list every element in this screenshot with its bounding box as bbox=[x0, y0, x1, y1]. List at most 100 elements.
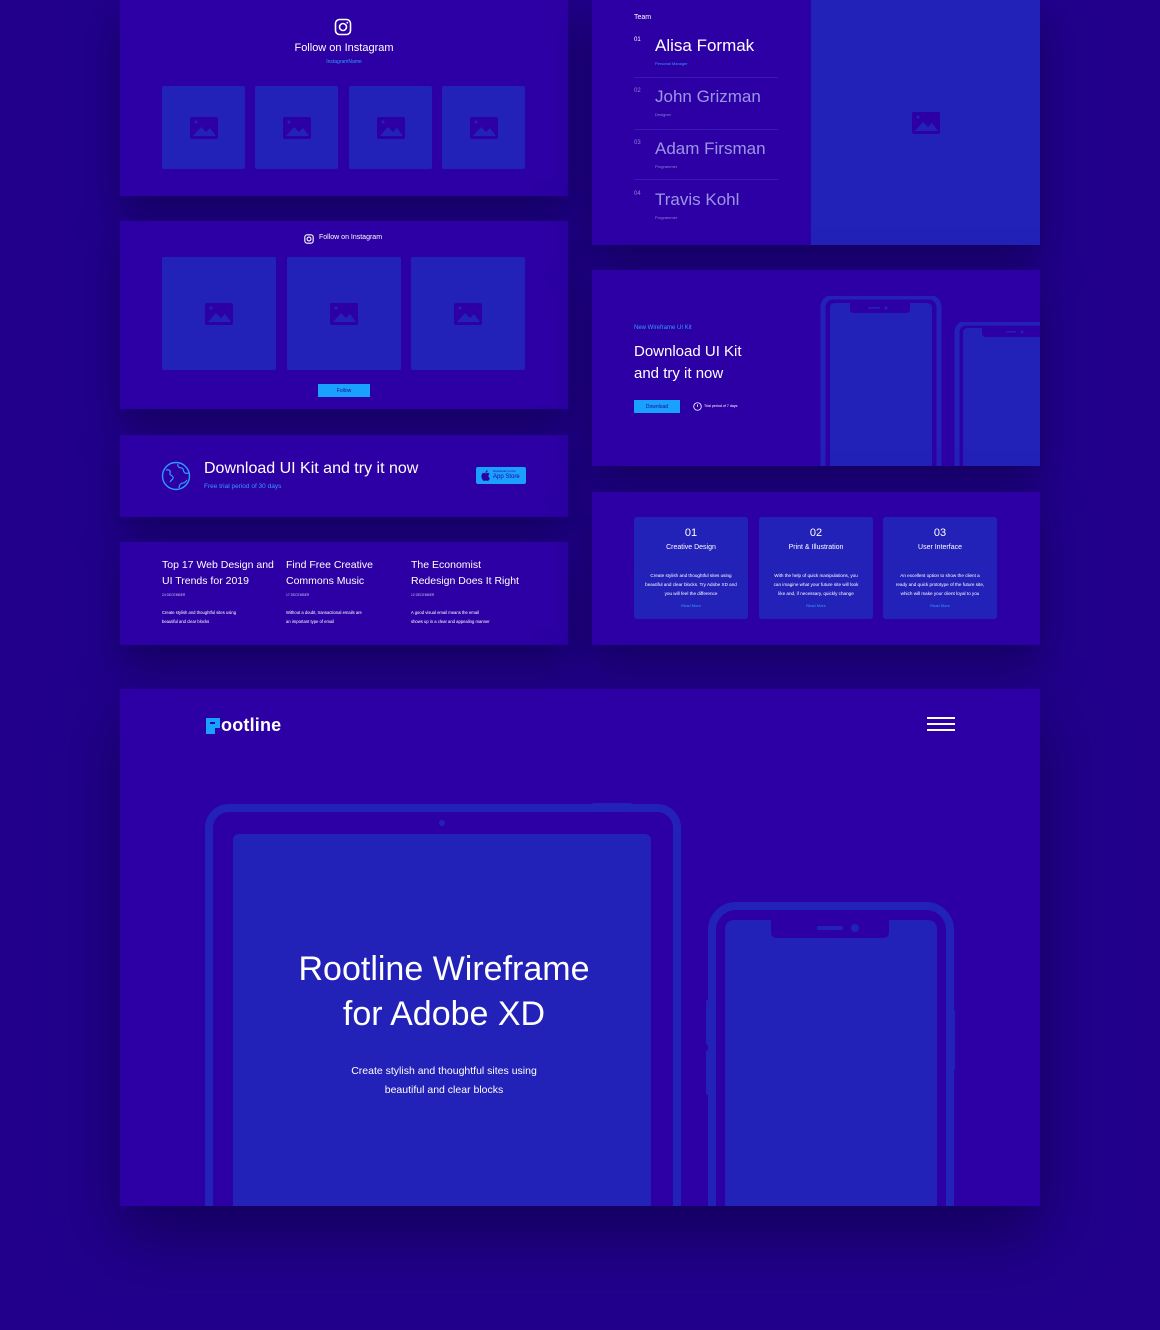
hero-title-line2: for Adobe XD bbox=[342, 995, 546, 1033]
download-banner-subtitle: Free trial period of 30 days bbox=[204, 483, 282, 490]
instagram-title: Follow on Instagram bbox=[294, 42, 394, 54]
instagram-image-1[interactable] bbox=[162, 257, 276, 370]
articles-section: Top 17 Web Design and UI Trends for 2019… bbox=[120, 542, 568, 645]
download-kit-eyebrow: New Wireframe UI Kit bbox=[634, 325, 692, 331]
article-desc-line1: Without a doubt, transactional emails ar… bbox=[286, 610, 362, 615]
article-title-line2: Redesign Does It Right bbox=[411, 575, 519, 587]
team-member-row[interactable]: 04 Travis Kohl Programmer bbox=[634, 190, 778, 231]
article-date: 24 DECEMBER bbox=[162, 593, 186, 597]
services-section: 01 Creative Design Create stylish and th… bbox=[592, 492, 1040, 645]
article-title-line1: Find Free Creative bbox=[286, 559, 373, 571]
article-item[interactable]: The Economist Redesign Does It Right 12 … bbox=[411, 557, 541, 626]
service-divider bbox=[759, 562, 873, 563]
instagram-image-2[interactable] bbox=[255, 86, 338, 169]
instagram-follow-title: Follow on Instagram bbox=[319, 234, 383, 241]
service-desc-line: which will make your client loyal to you bbox=[900, 591, 980, 596]
hamburger-menu-icon[interactable] bbox=[927, 716, 955, 734]
team-member-number: 02 bbox=[634, 88, 641, 94]
team-member-row[interactable]: 02 John Grizman Designer bbox=[634, 87, 778, 130]
hero-section: ootline Rootline Wireframe for Adobe XD … bbox=[120, 689, 1040, 1206]
team-member-role: Programmer bbox=[655, 164, 678, 169]
clock-icon bbox=[693, 402, 702, 411]
service-desc-line: you will feel the difference bbox=[664, 591, 718, 596]
article-item[interactable]: Find Free Creative Commons Music 17 DECE… bbox=[286, 557, 406, 626]
read-more-link[interactable]: Read More bbox=[883, 603, 997, 608]
article-title-line1: The Economist bbox=[411, 559, 482, 571]
service-card[interactable]: 02 Print & Illustration With the help of… bbox=[759, 517, 873, 619]
logo-mark-icon bbox=[206, 717, 220, 734]
service-description: With the help of quick manipulations, yo… bbox=[767, 571, 865, 598]
hero-title-line1: Rootline Wireframe bbox=[298, 950, 590, 988]
service-divider bbox=[883, 562, 997, 563]
instagram-image-3[interactable] bbox=[349, 86, 432, 169]
article-title-line2: UI Trends for 2019 bbox=[162, 575, 249, 587]
image-placeholder-icon bbox=[470, 117, 498, 139]
image-placeholder-icon bbox=[190, 117, 218, 139]
service-divider bbox=[634, 562, 748, 563]
article-item[interactable]: Top 17 Web Design and UI Trends for 2019… bbox=[162, 557, 282, 626]
image-placeholder-icon bbox=[377, 117, 405, 139]
team-member-name: Travis Kohl bbox=[655, 190, 740, 209]
service-desc-line: Create stylish and thoughtful sites usin… bbox=[650, 573, 732, 578]
instagram-follow-section: Follow on Instagram Follow bbox=[120, 221, 568, 409]
logo-text: ootline bbox=[221, 715, 282, 735]
team-heading: Team bbox=[634, 14, 652, 21]
team-member-number: 04 bbox=[634, 191, 641, 197]
read-more-link[interactable]: Read More bbox=[759, 603, 873, 608]
image-placeholder-icon bbox=[912, 112, 940, 134]
team-member-role: Programmer bbox=[655, 215, 678, 220]
service-desc-line: beautiful and clear blocks. Try Adobe XD… bbox=[645, 582, 737, 587]
team-member-name: John Grizman bbox=[655, 87, 761, 106]
follow-button[interactable]: Follow bbox=[318, 384, 370, 397]
team-member-row[interactable]: 01 Alisa Formak Personal Manager bbox=[634, 36, 778, 78]
article-desc-line1: A good visual email means the email bbox=[411, 610, 479, 615]
service-card[interactable]: 03 User Interface An excellent option to… bbox=[883, 517, 997, 619]
service-title: User Interface bbox=[918, 544, 962, 551]
app-store-button[interactable]: Download on the App Store bbox=[476, 467, 526, 484]
service-desc-line: can imagine what your future site will l… bbox=[773, 582, 859, 587]
article-date: 17 DECEMBER bbox=[286, 593, 310, 597]
service-description: An excellent option to show the client a… bbox=[891, 571, 989, 598]
download-button[interactable]: Download bbox=[634, 400, 680, 413]
article-title-line2: Commons Music bbox=[286, 575, 365, 587]
download-banner-section: Download UI Kit and try it now Free tria… bbox=[120, 435, 568, 517]
instagram-icon[interactable] bbox=[334, 18, 352, 36]
instagram-image-4[interactable] bbox=[442, 86, 525, 169]
download-kit-title-line1: Download UI Kit bbox=[634, 343, 742, 360]
team-member-number: 03 bbox=[634, 140, 641, 146]
team-member-row[interactable]: 03 Adam Firsman Programmer bbox=[634, 139, 778, 180]
article-desc-line2: beautiful and clear blocks bbox=[162, 619, 210, 624]
image-placeholder-icon bbox=[330, 303, 358, 325]
team-member-role: Designer bbox=[655, 112, 672, 117]
apple-icon bbox=[481, 470, 490, 481]
article-desc-line2: an important type of email bbox=[286, 619, 335, 624]
hero-desc-line2: beautiful and clear blocks bbox=[384, 1084, 504, 1096]
image-placeholder-icon bbox=[205, 303, 233, 325]
app-store-label: App Store bbox=[493, 474, 520, 480]
service-card[interactable]: 01 Creative Design Create stylish and th… bbox=[634, 517, 748, 619]
instagram-handle-link[interactable]: InstagramName bbox=[120, 59, 568, 65]
instagram-image-3[interactable] bbox=[411, 257, 525, 370]
phone-mockup-illustration bbox=[820, 296, 942, 466]
trial-note: Trial period of 7 days bbox=[704, 404, 738, 408]
instagram-image-2[interactable] bbox=[287, 257, 401, 370]
article-desc-line2: shows up in a clear and appealing manner bbox=[411, 619, 490, 624]
team-member-name: Alisa Formak bbox=[655, 36, 755, 55]
service-title: Print & Illustration bbox=[788, 544, 844, 551]
read-more-link[interactable]: Read More bbox=[634, 603, 748, 608]
service-desc-line: An excellent option to show the client a bbox=[900, 573, 980, 578]
service-title: Creative Design bbox=[666, 544, 716, 551]
service-description: Create stylish and thoughtful sites usin… bbox=[642, 571, 740, 598]
rootline-logo[interactable]: ootline bbox=[206, 715, 281, 736]
service-desc-line: ready and quick prototype of the future … bbox=[895, 582, 985, 587]
team-member-number: 01 bbox=[634, 37, 641, 43]
phone-mockup-illustration bbox=[954, 322, 1040, 466]
article-title-line1: Top 17 Web Design and bbox=[162, 559, 274, 571]
instagram-image-1[interactable] bbox=[162, 86, 245, 169]
team-member-photo bbox=[811, 0, 1040, 245]
team-member-role: Personal Manager bbox=[655, 61, 688, 66]
download-banner-title: Download UI Kit and try it now bbox=[204, 460, 419, 477]
instagram-icon[interactable] bbox=[304, 234, 314, 244]
image-placeholder-icon bbox=[454, 303, 482, 325]
download-kit-title-line2: and try it now bbox=[634, 365, 724, 382]
